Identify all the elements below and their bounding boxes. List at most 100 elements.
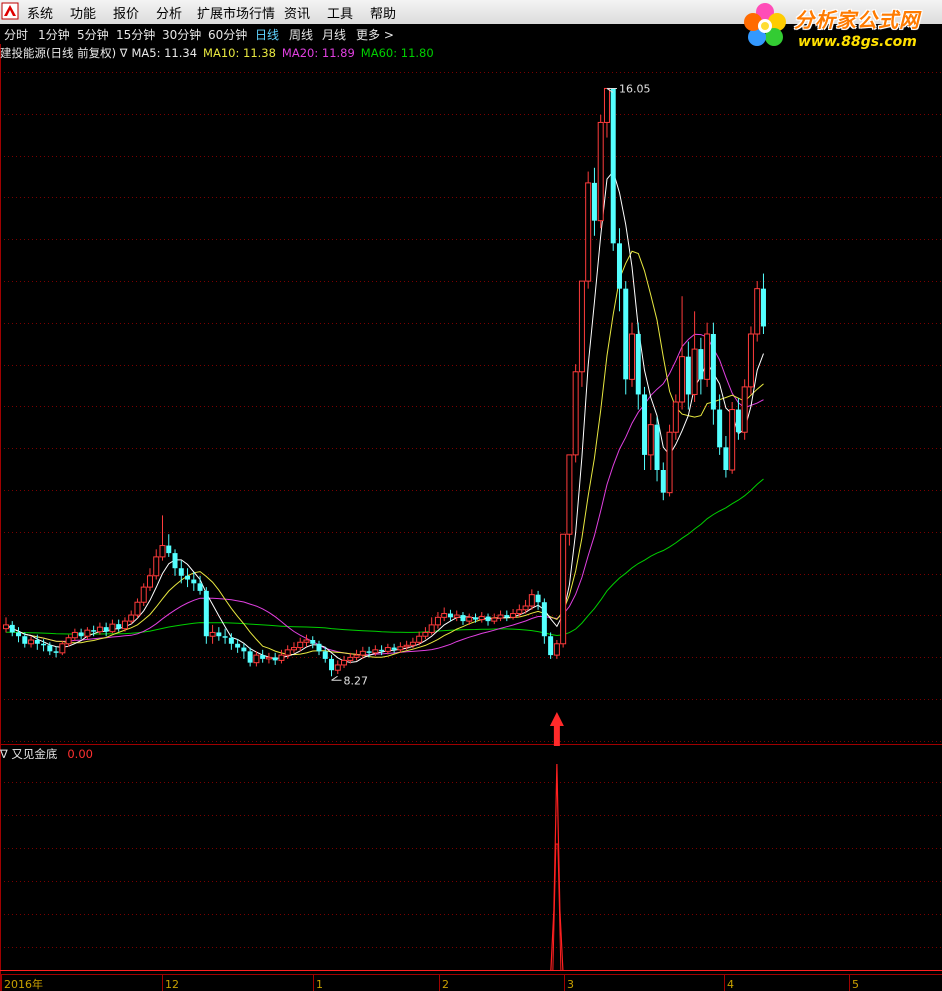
tab-weekly[interactable]: 周线 bbox=[289, 26, 313, 43]
candle-body bbox=[191, 579, 197, 584]
candle-body bbox=[159, 545, 166, 558]
menu-system[interactable]: 系统 bbox=[27, 3, 53, 22]
brand-url[interactable]: www.88gs.com bbox=[798, 34, 917, 50]
candle bbox=[253, 651, 260, 667]
candle-body bbox=[272, 657, 278, 661]
candle bbox=[760, 273, 766, 334]
tab-30min[interactable]: 30分钟 bbox=[162, 26, 201, 43]
candle-body bbox=[760, 288, 766, 327]
candle bbox=[597, 114, 604, 229]
tab-timeshare[interactable]: 分时 bbox=[4, 26, 28, 43]
candle-body bbox=[434, 616, 441, 626]
ma-legend: 建投能源(日线 前复权) ∇ MA5: 11.34 MA10: 11.38 MA20:… bbox=[0, 45, 440, 61]
candle-body bbox=[591, 182, 597, 221]
indicator-name[interactable]: ∇ 又见金底 bbox=[0, 747, 57, 761]
menu-extended-market[interactable]: 扩展市场行情 bbox=[197, 3, 275, 22]
candle-body bbox=[560, 533, 567, 645]
candle-body bbox=[723, 447, 729, 470]
candle-body bbox=[535, 594, 541, 603]
candle-body bbox=[473, 617, 478, 620]
candle bbox=[528, 589, 535, 610]
grid-lines bbox=[0, 72, 942, 948]
candle-body bbox=[428, 624, 435, 633]
candle-body bbox=[172, 553, 178, 569]
candle-body bbox=[128, 614, 135, 622]
tab-more[interactable]: 更多 > bbox=[356, 26, 394, 43]
candle-body bbox=[729, 409, 736, 471]
candle-body bbox=[504, 615, 510, 618]
candle-body bbox=[65, 637, 72, 645]
tab-5min[interactable]: 5分钟 bbox=[77, 26, 109, 43]
candle-body bbox=[121, 620, 128, 630]
candle-body bbox=[447, 613, 453, 618]
candle-body bbox=[654, 424, 660, 470]
tab-15min[interactable]: 15分钟 bbox=[116, 26, 155, 43]
candle bbox=[134, 598, 141, 619]
candle bbox=[497, 610, 504, 622]
candle bbox=[140, 583, 147, 606]
candle-body bbox=[178, 568, 184, 576]
stock-title[interactable]: 建投能源(日线 前复权) ∇ bbox=[0, 46, 127, 60]
candle bbox=[754, 281, 761, 342]
tab-60min[interactable]: 60分钟 bbox=[208, 26, 247, 43]
candle bbox=[603, 87, 610, 138]
candle-body bbox=[41, 643, 47, 646]
candle bbox=[660, 462, 666, 501]
candle bbox=[729, 402, 736, 474]
candle-body bbox=[597, 121, 604, 222]
candle bbox=[629, 322, 635, 387]
candle bbox=[316, 640, 322, 656]
candle bbox=[642, 386, 648, 470]
candles bbox=[3, 87, 766, 677]
candle bbox=[265, 652, 272, 664]
ma20-value: MA20: 11.89 bbox=[281, 46, 355, 60]
menu-quote[interactable]: 报价 bbox=[113, 3, 139, 22]
candle bbox=[717, 394, 723, 455]
candle-body bbox=[47, 645, 53, 652]
kline-chart[interactable]: 16.058.272016年 12 1 2 3 4 5 bbox=[0, 0, 942, 991]
candle bbox=[560, 533, 567, 648]
candle bbox=[116, 619, 122, 632]
candle-body bbox=[403, 644, 410, 648]
candle bbox=[334, 660, 341, 674]
tab-monthly[interactable]: 月线 bbox=[322, 26, 346, 43]
x-axis-label: 2 bbox=[442, 978, 449, 991]
candle-body bbox=[185, 575, 191, 580]
candle bbox=[672, 394, 679, 440]
candle-body bbox=[647, 424, 654, 456]
candle-body bbox=[642, 394, 648, 455]
candle-body bbox=[497, 614, 504, 619]
candle bbox=[222, 628, 228, 644]
ma10-value: MA10: 11.38 bbox=[203, 46, 276, 60]
brand-title: 分析家公式网 bbox=[794, 8, 920, 32]
candle-body bbox=[247, 651, 253, 663]
candle-body bbox=[284, 649, 291, 656]
signal-pulse-inner bbox=[552, 843, 562, 971]
candle-body bbox=[717, 409, 723, 448]
x-axis-label: 12 bbox=[165, 978, 179, 991]
menu-news[interactable]: 资讯 bbox=[284, 3, 310, 22]
candle-body bbox=[685, 356, 691, 395]
candle-body bbox=[372, 649, 379, 654]
menu-help[interactable]: 帮助 bbox=[370, 3, 396, 22]
candle-body bbox=[103, 627, 109, 632]
menu-tools[interactable]: 工具 bbox=[327, 3, 353, 22]
x-axis-label: 4 bbox=[727, 978, 734, 991]
menu-analysis[interactable]: 分析 bbox=[156, 3, 182, 22]
tab-1min[interactable]: 1分钟 bbox=[38, 26, 70, 43]
candle-body bbox=[359, 650, 366, 656]
candle-body bbox=[548, 636, 554, 656]
candle bbox=[741, 379, 748, 440]
candle-body bbox=[28, 639, 35, 645]
candle bbox=[679, 296, 686, 410]
menu-function[interactable]: 功能 bbox=[70, 3, 96, 22]
candle-body bbox=[166, 545, 172, 554]
candle bbox=[572, 364, 579, 463]
candle-body bbox=[71, 631, 78, 639]
ma5-value: MA5: 11.34 bbox=[131, 46, 198, 60]
candle bbox=[241, 643, 247, 659]
tab-daily[interactable]: 日线 bbox=[255, 26, 279, 43]
candle bbox=[341, 655, 348, 668]
candle bbox=[9, 621, 15, 637]
candle-body bbox=[303, 639, 310, 643]
